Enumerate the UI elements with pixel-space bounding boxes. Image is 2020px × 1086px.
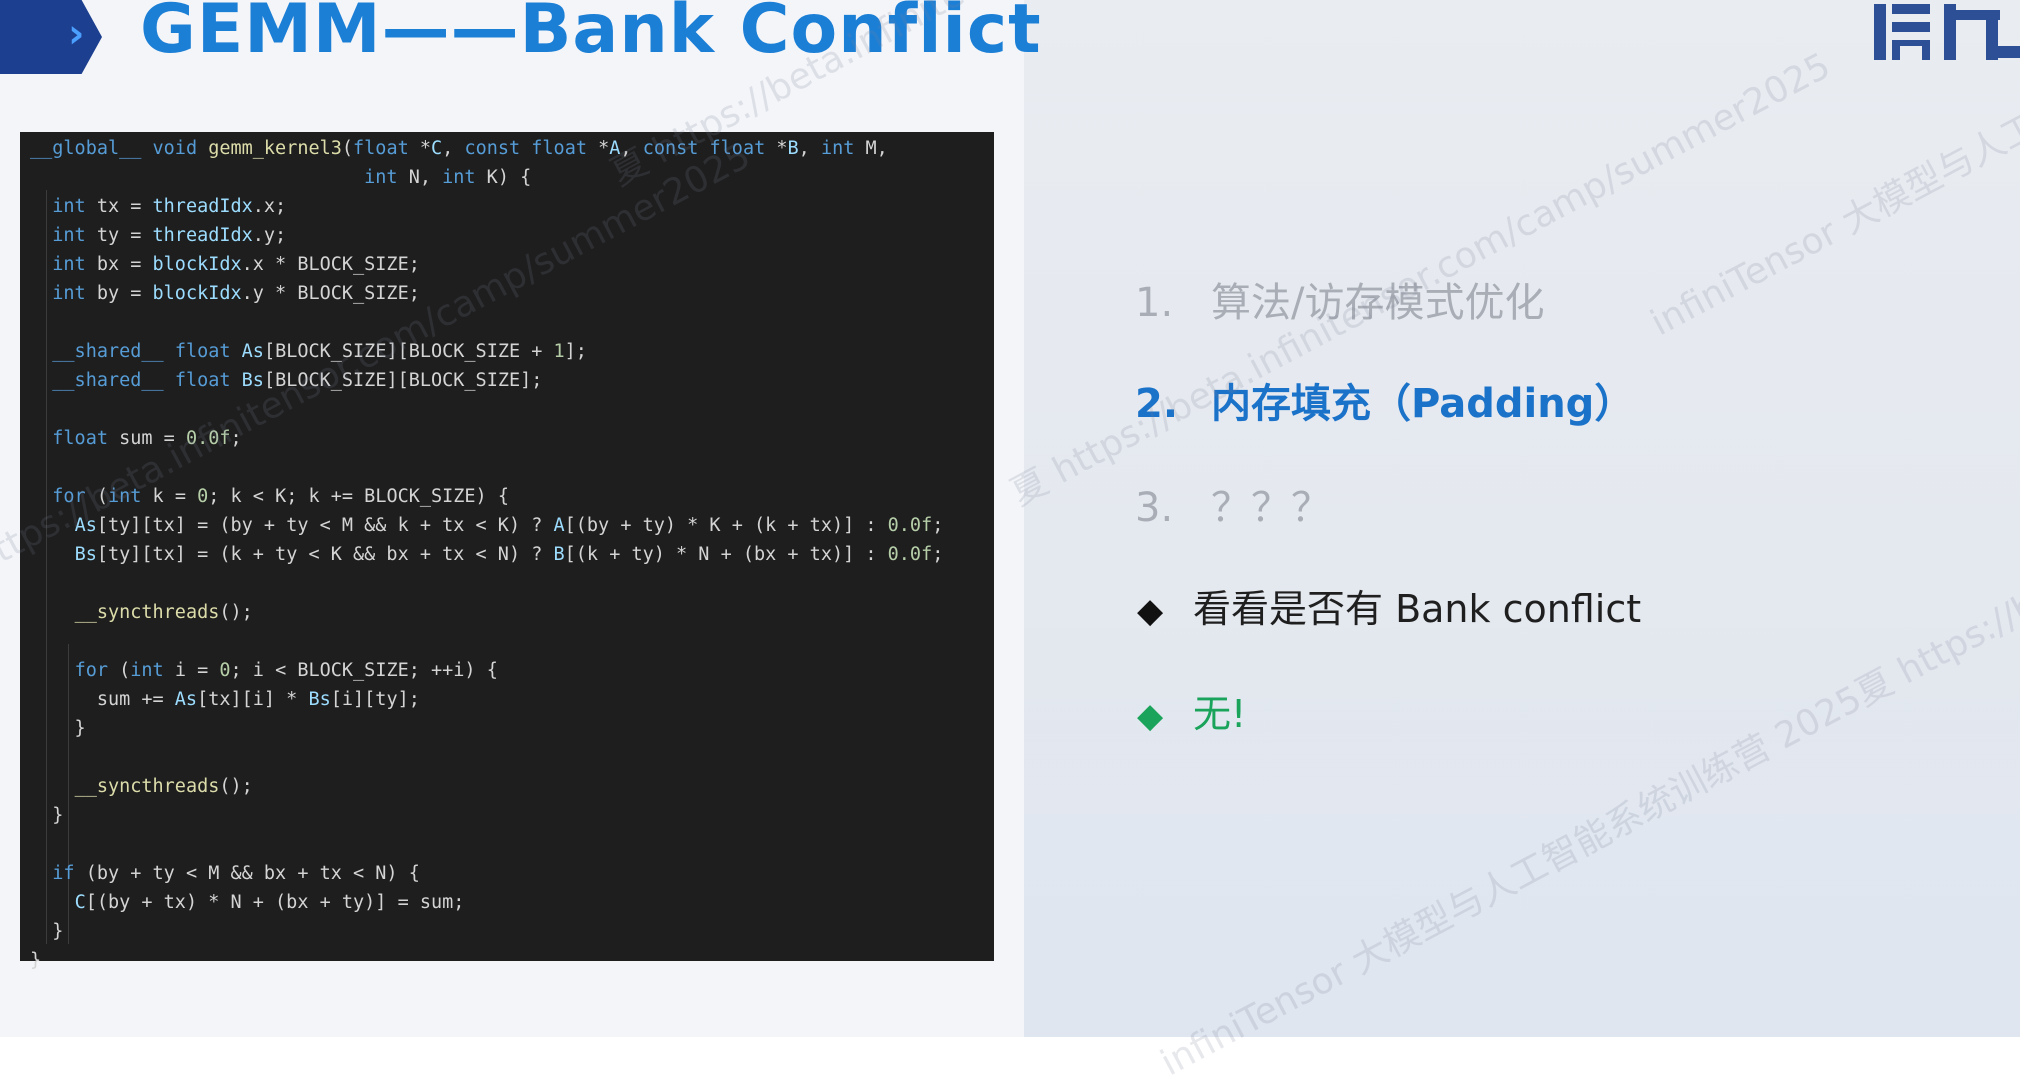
list-item-2-active: 2. 内存填充（Padding）: [1135, 371, 1634, 429]
code-line: __shared__ float Bs[BLOCK_SIZE][BLOCK_SI…: [52, 370, 543, 391]
code-line: }: [30, 718, 86, 739]
brand-logo-icon: [1870, 0, 2020, 60]
code-line: sum += As[tx][i] * Bs[i][ty];: [30, 689, 420, 710]
code-line: __syncthreads();: [74, 776, 253, 797]
code-line: int by = blockIdx.y * BLOCK_SIZE;: [52, 283, 420, 304]
bullet-text: 无!: [1193, 692, 1247, 736]
code-line: As[ty][tx] = (by + ty < M && k + tx < K)…: [74, 515, 944, 536]
code-line: __shared__ float As[BLOCK_SIZE][BLOCK_SI…: [52, 341, 587, 362]
list-item-text: 算法/访存模式优化: [1211, 280, 1545, 326]
code-line: int N, int K) {: [364, 167, 532, 188]
bullet-text: 看看是否有 Bank conflict: [1193, 587, 1642, 631]
code-block: __global__ void gemm_kernel3(float *C, c…: [30, 134, 943, 975]
code-line: int ty = threadIdx.y;: [52, 225, 287, 246]
list-number: 1.: [1135, 280, 1174, 326]
list-item-text: ？？？: [1211, 485, 1331, 531]
code-editor-panel: __global__ void gemm_kernel3(float *C, c…: [20, 132, 994, 971]
code-line: }: [30, 950, 42, 971]
code-line: int tx = threadIdx.x;: [52, 196, 287, 217]
code-line: }: [30, 921, 64, 942]
bullet-item-answer: ◆ 无!: [1137, 683, 1246, 738]
diamond-bullet-icon: ◆: [1137, 591, 1164, 631]
code-line: __global__ void gemm_kernel3(float *C, c…: [30, 138, 888, 159]
slide-title: GEMM——Bank Conflict: [140, 0, 1042, 69]
code-line: }: [30, 805, 64, 826]
code-line: C[(by + tx) * N + (bx + ty)] = sum;: [74, 892, 465, 913]
code-line: for (int k = 0; k < K; k += BLOCK_SIZE) …: [52, 486, 509, 507]
code-line: Bs[ty][tx] = (k + ty < K && bx + tx < N)…: [74, 544, 944, 565]
list-number: 3.: [1135, 485, 1174, 531]
list-number: 2.: [1135, 381, 1179, 427]
list-item-1: 1. 算法/访存模式优化: [1135, 270, 1544, 328]
bullet-item-check: ◆ 看看是否有 Bank conflict: [1137, 578, 1641, 633]
code-line: if (by + ty < M && bx + tx < N) {: [52, 863, 420, 884]
list-item-3: 3. ？？？: [1135, 475, 1331, 533]
code-line: for (int i = 0; i < BLOCK_SIZE; ++i) {: [74, 660, 498, 681]
code-line: __syncthreads();: [74, 602, 253, 623]
chevron-right-icon: ›: [68, 11, 85, 57]
code-line: int bx = blockIdx.x * BLOCK_SIZE;: [52, 254, 420, 275]
code-line: float sum = 0.0f;: [52, 428, 242, 449]
list-item-text: 内存填充（Padding）: [1211, 381, 1635, 427]
diamond-bullet-icon: ◆: [1137, 696, 1164, 736]
title-accent-tab: ›: [0, 0, 102, 74]
